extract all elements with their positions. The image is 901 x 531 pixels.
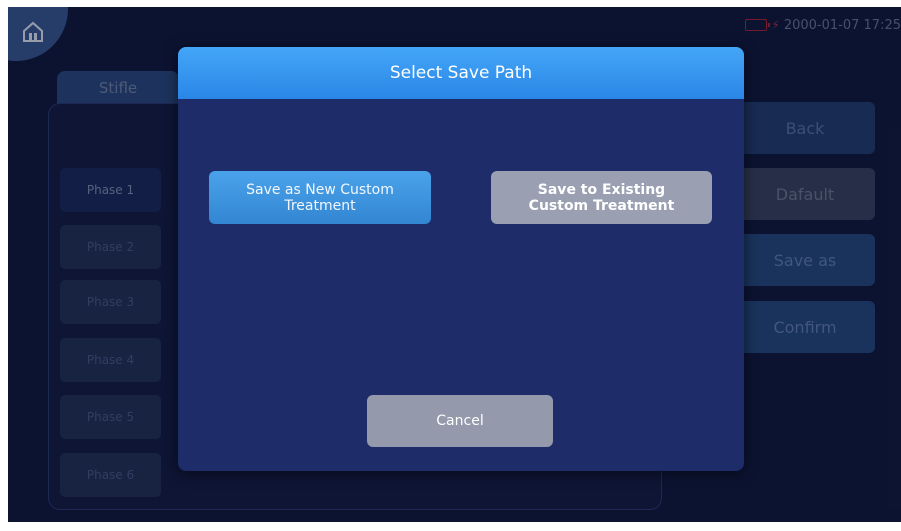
save-new-label-line-1: Save as New Custom — [246, 181, 394, 198]
select-save-path-dialog: Select Save Path Save as New Custom Trea… — [178, 47, 744, 471]
save-to-existing-custom-treatment-button[interactable]: Save to Existing Custom Treatment — [491, 171, 712, 224]
dialog-title: Select Save Path — [178, 47, 744, 99]
save-as-new-custom-treatment-button[interactable]: Save as New Custom Treatment — [209, 171, 431, 224]
save-new-label-line-2: Treatment — [284, 197, 356, 214]
save-existing-label-line-2: Custom Treatment — [528, 197, 675, 214]
device-screen: ⚡ 2000-01-07 17:25 Stifle Phase 1 Phase … — [8, 7, 901, 522]
save-existing-label-line-1: Save to Existing — [537, 181, 666, 198]
cancel-button[interactable]: Cancel — [367, 395, 553, 447]
